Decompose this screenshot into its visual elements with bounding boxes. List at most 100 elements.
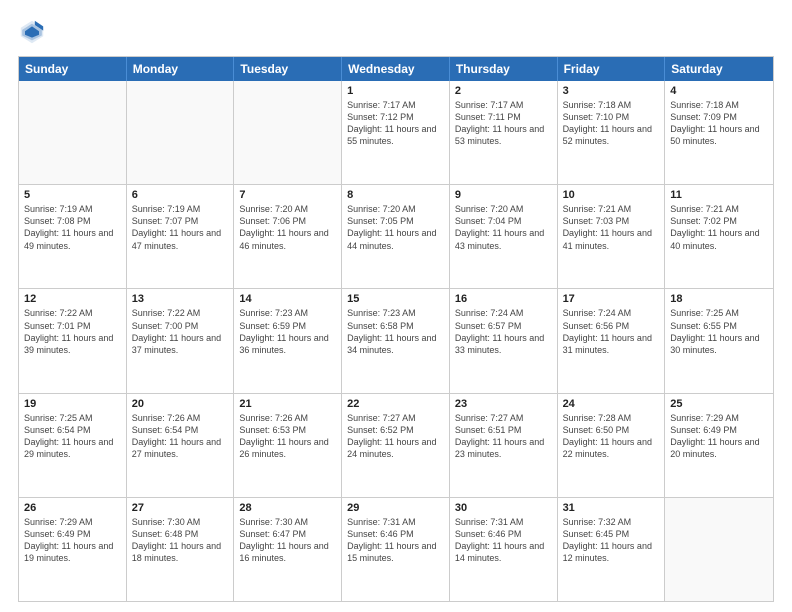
day-number: 15 [347,293,444,305]
day-number: 10 [563,189,660,201]
day-cell-7: 7 Sunrise: 7:20 AM Sunset: 7:06 PM Daylig… [234,185,342,288]
logo-icon [18,18,46,46]
day-number: 17 [563,293,660,305]
day-info: Sunrise: 7:26 AM Sunset: 6:54 PM Dayligh… [132,412,229,461]
calendar-row-1: 1 Sunrise: 7:17 AM Sunset: 7:12 PM Daylig… [19,81,773,185]
day-number: 2 [455,85,552,97]
calendar-row-3: 12 Sunrise: 7:22 AM Sunset: 7:01 PM Dayli… [19,289,773,393]
day-number: 21 [239,398,336,410]
day-cell-20: 20 Sunrise: 7:26 AM Sunset: 6:54 PM Dayli… [127,394,235,497]
calendar-row-4: 19 Sunrise: 7:25 AM Sunset: 6:54 PM Dayli… [19,394,773,498]
day-info: Sunrise: 7:31 AM Sunset: 6:46 PM Dayligh… [347,516,444,565]
day-number: 9 [455,189,552,201]
day-info: Sunrise: 7:30 AM Sunset: 6:47 PM Dayligh… [239,516,336,565]
day-info: Sunrise: 7:22 AM Sunset: 7:00 PM Dayligh… [132,307,229,356]
day-cell-29: 29 Sunrise: 7:31 AM Sunset: 6:46 PM Dayli… [342,498,450,601]
day-number: 5 [24,189,121,201]
day-number: 19 [24,398,121,410]
header-day-monday: Monday [127,57,235,81]
empty-cell [665,498,773,601]
day-info: Sunrise: 7:21 AM Sunset: 7:02 PM Dayligh… [670,203,768,252]
header-day-tuesday: Tuesday [234,57,342,81]
day-cell-13: 13 Sunrise: 7:22 AM Sunset: 7:00 PM Dayli… [127,289,235,392]
empty-cell [19,81,127,184]
day-info: Sunrise: 7:24 AM Sunset: 6:57 PM Dayligh… [455,307,552,356]
day-cell-25: 25Sunrise: 7:29 AM Sunset: 6:49 PM Dayli… [665,394,773,497]
header-day-friday: Friday [558,57,666,81]
day-number: 8 [347,189,444,201]
day-info: Sunrise: 7:25 AM Sunset: 6:55 PM Dayligh… [670,307,768,356]
day-cell-30: 30 Sunrise: 7:31 AM Sunset: 6:46 PM Dayli… [450,498,558,601]
day-cell-15: 15 Sunrise: 7:23 AM Sunset: 6:58 PM Dayli… [342,289,450,392]
day-cell-8: 8 Sunrise: 7:20 AM Sunset: 7:05 PM Daylig… [342,185,450,288]
day-number: 7 [239,189,336,201]
day-cell-11: 11Sunrise: 7:21 AM Sunset: 7:02 PM Dayli… [665,185,773,288]
day-info: Sunrise: 7:22 AM Sunset: 7:01 PM Dayligh… [24,307,121,356]
day-info: Sunrise: 7:21 AM Sunset: 7:03 PM Dayligh… [563,203,660,252]
day-cell-17: 17 Sunrise: 7:24 AM Sunset: 6:56 PM Dayli… [558,289,666,392]
day-info: Sunrise: 7:29 AM Sunset: 6:49 PM Dayligh… [670,412,768,461]
day-cell-22: 22Sunrise: 7:27 AM Sunset: 6:52 PM Dayli… [342,394,450,497]
day-cell-9: 9 Sunrise: 7:20 AM Sunset: 7:04 PM Daylig… [450,185,558,288]
day-cell-24: 24 Sunrise: 7:28 AM Sunset: 6:50 PM Dayli… [558,394,666,497]
day-info: Sunrise: 7:23 AM Sunset: 6:58 PM Dayligh… [347,307,444,356]
day-info: Sunrise: 7:17 AM Sunset: 7:11 PM Dayligh… [455,99,552,148]
empty-cell [234,81,342,184]
calendar-row-2: 5 Sunrise: 7:19 AM Sunset: 7:08 PM Daylig… [19,185,773,289]
day-info: Sunrise: 7:18 AM Sunset: 7:10 PM Dayligh… [563,99,660,148]
header [18,18,774,46]
day-info: Sunrise: 7:30 AM Sunset: 6:48 PM Dayligh… [132,516,229,565]
day-number: 24 [563,398,660,410]
day-info: Sunrise: 7:24 AM Sunset: 6:56 PM Dayligh… [563,307,660,356]
day-number: 29 [347,502,444,514]
day-number: 30 [455,502,552,514]
day-info: Sunrise: 7:27 AM Sunset: 6:51 PM Dayligh… [455,412,552,461]
day-number: 12 [24,293,121,305]
logo [18,18,50,46]
day-number: 1 [347,85,444,97]
calendar-body: 1 Sunrise: 7:17 AM Sunset: 7:12 PM Daylig… [19,81,773,601]
day-cell-2: 2 Sunrise: 7:17 AM Sunset: 7:11 PM Daylig… [450,81,558,184]
day-number: 20 [132,398,229,410]
day-number: 16 [455,293,552,305]
day-cell-3: 3 Sunrise: 7:18 AM Sunset: 7:10 PM Daylig… [558,81,666,184]
day-info: Sunrise: 7:19 AM Sunset: 7:07 PM Dayligh… [132,203,229,252]
day-info: Sunrise: 7:20 AM Sunset: 7:06 PM Dayligh… [239,203,336,252]
day-cell-10: 10 Sunrise: 7:21 AM Sunset: 7:03 PM Dayli… [558,185,666,288]
day-info: Sunrise: 7:32 AM Sunset: 6:45 PM Dayligh… [563,516,660,565]
day-info: Sunrise: 7:20 AM Sunset: 7:04 PM Dayligh… [455,203,552,252]
calendar-row-5: 26Sunrise: 7:29 AM Sunset: 6:49 PM Dayli… [19,498,773,601]
day-cell-31: 31 Sunrise: 7:32 AM Sunset: 6:45 PM Dayli… [558,498,666,601]
day-info: Sunrise: 7:29 AM Sunset: 6:49 PM Dayligh… [24,516,121,565]
day-cell-16: 16 Sunrise: 7:24 AM Sunset: 6:57 PM Dayli… [450,289,558,392]
day-cell-14: 14Sunrise: 7:23 AM Sunset: 6:59 PM Dayli… [234,289,342,392]
day-number: 3 [563,85,660,97]
day-info: Sunrise: 7:28 AM Sunset: 6:50 PM Dayligh… [563,412,660,461]
day-info: Sunrise: 7:20 AM Sunset: 7:05 PM Dayligh… [347,203,444,252]
day-cell-5: 5 Sunrise: 7:19 AM Sunset: 7:08 PM Daylig… [19,185,127,288]
day-info: Sunrise: 7:26 AM Sunset: 6:53 PM Dayligh… [239,412,336,461]
header-day-sunday: Sunday [19,57,127,81]
day-cell-18: 18 Sunrise: 7:25 AM Sunset: 6:55 PM Dayli… [665,289,773,392]
day-number: 22 [347,398,444,410]
day-number: 13 [132,293,229,305]
empty-cell [127,81,235,184]
day-number: 4 [670,85,768,97]
day-cell-28: 28 Sunrise: 7:30 AM Sunset: 6:47 PM Dayli… [234,498,342,601]
day-cell-27: 27 Sunrise: 7:30 AM Sunset: 6:48 PM Dayli… [127,498,235,601]
day-info: Sunrise: 7:31 AM Sunset: 6:46 PM Dayligh… [455,516,552,565]
header-day-saturday: Saturday [665,57,773,81]
day-info: Sunrise: 7:23 AM Sunset: 6:59 PM Dayligh… [239,307,336,356]
day-cell-6: 6 Sunrise: 7:19 AM Sunset: 7:07 PM Daylig… [127,185,235,288]
day-number: 27 [132,502,229,514]
day-number: 18 [670,293,768,305]
day-cell-1: 1 Sunrise: 7:17 AM Sunset: 7:12 PM Daylig… [342,81,450,184]
day-info: Sunrise: 7:17 AM Sunset: 7:12 PM Dayligh… [347,99,444,148]
day-info: Sunrise: 7:25 AM Sunset: 6:54 PM Dayligh… [24,412,121,461]
day-number: 31 [563,502,660,514]
day-cell-23: 23Sunrise: 7:27 AM Sunset: 6:51 PM Dayli… [450,394,558,497]
day-info: Sunrise: 7:19 AM Sunset: 7:08 PM Dayligh… [24,203,121,252]
day-number: 6 [132,189,229,201]
day-cell-4: 4Sunrise: 7:18 AM Sunset: 7:09 PM Daylig… [665,81,773,184]
day-number: 28 [239,502,336,514]
